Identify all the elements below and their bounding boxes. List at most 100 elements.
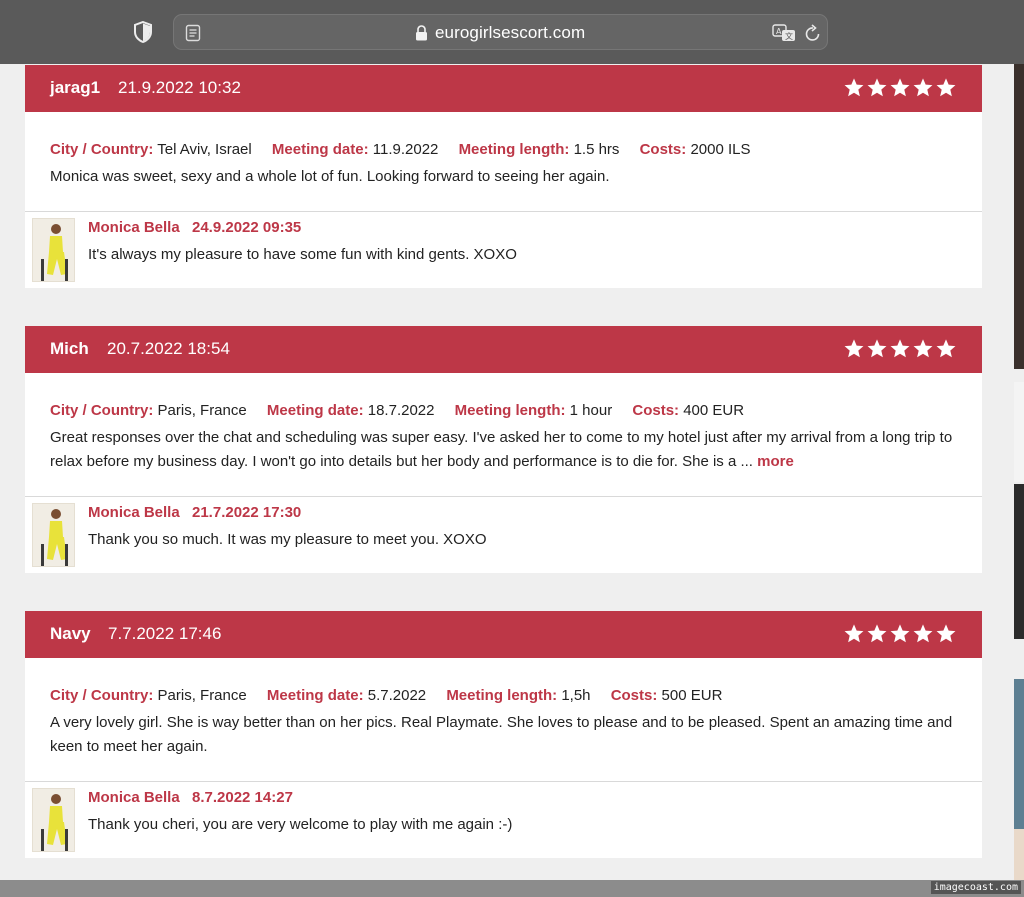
avatar-image	[33, 219, 74, 281]
meeting-date-label: Meeting date:	[266, 402, 364, 419]
meeting-date-value: 5.7.2022	[367, 687, 427, 704]
city-value: Paris, France	[157, 687, 247, 704]
city-label: City / Country:	[50, 141, 154, 158]
star-icon	[844, 339, 864, 358]
review-date: 21.9.2022 10:32	[118, 78, 241, 97]
avatar[interactable]	[32, 503, 75, 567]
meeting-date-value: 18.7.2022	[367, 402, 435, 419]
star-icon	[890, 624, 910, 643]
meeting-date-label: Meeting date:	[271, 141, 369, 158]
url-text[interactable]: eurogirlsescort.com	[435, 23, 585, 43]
review-author[interactable]: jarag1	[50, 78, 100, 98]
star-icon	[844, 78, 864, 97]
star-rating	[843, 338, 957, 360]
meeting-length-value: 1 hour	[569, 402, 613, 419]
star-icon	[936, 624, 956, 643]
review-body: City / Country: Tel Aviv, Israel Meeting…	[25, 112, 982, 212]
city-value: Tel Aviv, Israel	[157, 141, 252, 158]
star-icon	[936, 339, 956, 358]
translate-icon[interactable]: A 文	[772, 23, 796, 43]
address-bar[interactable]: eurogirlsescort.com A 文	[173, 14, 828, 50]
avatar-image	[33, 789, 74, 851]
star-icon	[936, 78, 956, 97]
review-card: Mich 20.7.2022 18:54 City / Country: Par…	[25, 326, 982, 573]
star-icon	[913, 78, 933, 97]
review-text: A very lovely girl. She is way better th…	[50, 714, 953, 755]
reply-date: 21.7.2022 17:30	[192, 504, 302, 521]
meeting-length-value: 1,5h	[561, 687, 591, 704]
star-icon	[890, 78, 910, 97]
review-author[interactable]: Navy	[50, 624, 91, 644]
star-icon	[890, 339, 910, 358]
meeting-length-label: Meeting length:	[454, 402, 566, 419]
review-body: City / Country: Paris, France Meeting da…	[25, 373, 982, 497]
review-meta: City / Country: Paris, France Meeting da…	[50, 687, 738, 704]
svg-text:A: A	[776, 27, 782, 36]
star-icon	[913, 339, 933, 358]
review-header: Navy 7.7.2022 17:46	[25, 611, 982, 658]
reply-author[interactable]: Monica Bella	[88, 219, 180, 236]
reply-text: Thank you cheri, you are very welcome to…	[88, 816, 513, 833]
reader-icon[interactable]	[185, 24, 201, 42]
meeting-date-label: Meeting date:	[266, 687, 364, 704]
meeting-length-value: 1.5 hrs	[573, 141, 620, 158]
review-date: 7.7.2022 17:46	[108, 624, 222, 643]
city-label: City / Country:	[50, 402, 154, 419]
reload-icon[interactable]	[804, 23, 822, 43]
meeting-length-label: Meeting length:	[458, 141, 570, 158]
review-card: Navy 7.7.2022 17:46 City / Country: Pari…	[25, 611, 982, 858]
costs-value: 2000 ILS	[690, 141, 751, 158]
reply-text: Thank you so much. It was my pleasure to…	[88, 531, 487, 548]
star-icon	[844, 624, 864, 643]
reply: Monica Bella 21.7.2022 17:30 Thank you s…	[25, 497, 982, 573]
costs-label: Costs:	[610, 687, 658, 704]
review-meta: City / Country: Paris, France Meeting da…	[50, 402, 760, 419]
sidebar-thumbnails	[1014, 64, 1024, 880]
browser-toolbar: eurogirlsescort.com A 文	[0, 0, 1024, 64]
reply-author[interactable]: Monica Bella	[88, 789, 180, 806]
shield-icon[interactable]	[133, 21, 153, 43]
review-text: Great responses over the chat and schedu…	[50, 426, 960, 474]
avatar[interactable]	[32, 788, 75, 852]
star-icon	[867, 339, 887, 358]
reply-date: 24.9.2022 09:35	[192, 219, 302, 236]
star-icon	[867, 624, 887, 643]
costs-label: Costs:	[632, 402, 680, 419]
review-card: jarag1 21.9.2022 10:32 City / Country: T…	[25, 65, 982, 288]
star-icon	[867, 78, 887, 97]
meeting-date-value: 11.9.2022	[372, 141, 439, 158]
review-body: City / Country: Paris, France Meeting da…	[25, 658, 982, 782]
star-rating	[843, 77, 957, 99]
thumbnail-image[interactable]	[1014, 484, 1024, 639]
review-date: 20.7.2022 18:54	[107, 339, 230, 358]
review-meta: City / Country: Tel Aviv, Israel Meeting…	[50, 141, 767, 158]
thumbnail-image[interactable]	[1014, 64, 1024, 369]
costs-label: Costs:	[639, 141, 687, 158]
star-icon	[913, 624, 933, 643]
lock-icon	[416, 25, 427, 41]
reply: Monica Bella 8.7.2022 14:27 Thank you ch…	[25, 782, 982, 858]
review-header: jarag1 21.9.2022 10:32	[25, 65, 982, 112]
costs-value: 400 EUR	[683, 402, 745, 419]
more-link[interactable]: more	[757, 453, 794, 470]
svg-text:文: 文	[785, 31, 793, 41]
reply-text: It's always my pleasure to have some fun…	[88, 246, 517, 263]
city-value: Paris, France	[157, 402, 247, 419]
avatar[interactable]	[32, 218, 75, 282]
star-rating	[843, 623, 957, 645]
thumbnail-image[interactable]	[1014, 679, 1024, 829]
review-text: Monica was sweet, sexy and a whole lot o…	[50, 168, 610, 185]
review-header: Mich 20.7.2022 18:54	[25, 326, 982, 373]
bottom-bar	[0, 880, 1024, 897]
reply: Monica Bella 24.9.2022 09:35 It's always…	[25, 212, 982, 288]
costs-value: 500 EUR	[661, 687, 723, 704]
thumbnail-image[interactable]	[1014, 382, 1024, 482]
thumbnail-image[interactable]	[1014, 829, 1024, 880]
city-label: City / Country:	[50, 687, 154, 704]
watermark: imagecoast.com	[930, 881, 1021, 894]
avatar-image	[33, 504, 74, 566]
review-author[interactable]: Mich	[50, 339, 89, 359]
reply-date: 8.7.2022 14:27	[192, 789, 293, 806]
reply-author[interactable]: Monica Bella	[88, 504, 180, 521]
review-text-content: Great responses over the chat and schedu…	[50, 429, 953, 470]
